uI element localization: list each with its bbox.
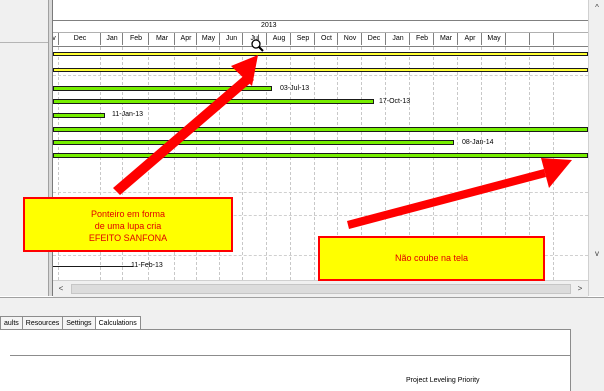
red-arrow-right (347, 169, 546, 229)
red-arrow-right-head (541, 158, 572, 188)
callout-right: Não coube na tela (318, 236, 545, 281)
red-arrow-left (113, 73, 254, 195)
callout-left: Ponteiro em forma de uma lupa cria EFEIT… (23, 197, 233, 252)
annotation-overlay (113, 39, 572, 229)
magnifier-icon (251, 39, 264, 52)
